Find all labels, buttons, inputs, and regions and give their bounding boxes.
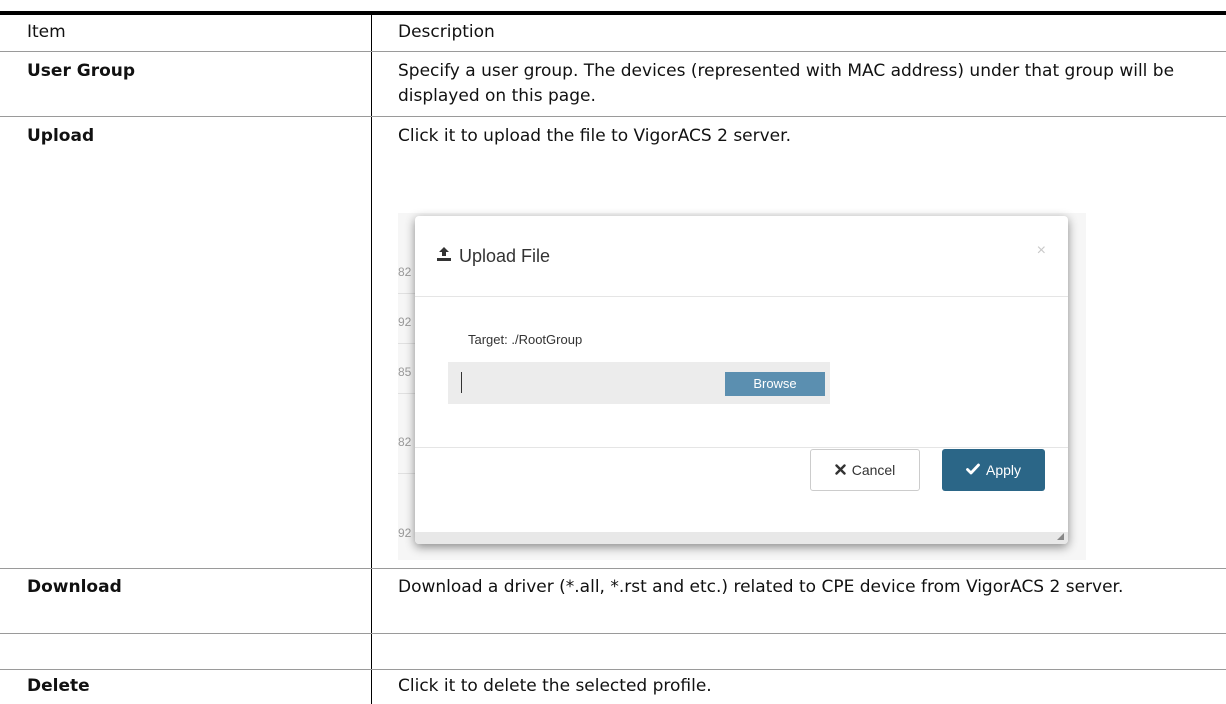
upload-icon — [435, 245, 453, 268]
check-icon — [966, 462, 980, 478]
resize-grip-icon[interactable] — [1057, 533, 1064, 540]
upload-dialog-screenshot: 82 92 85 82 92 Upload File × Target: ./R… — [398, 213, 1086, 560]
modal-footer-divider — [415, 447, 1068, 448]
modal-header-divider — [415, 296, 1068, 297]
background-number: 82 — [398, 435, 412, 449]
row-description-upload: Click it to upload the file to VigorACS … — [398, 126, 791, 146]
row-item-user-group: User Group — [27, 61, 136, 81]
upload-file-modal: Upload File × Target: ./RootGroup Browse… — [415, 216, 1068, 544]
row-description-download: Download a driver (*.all, *.rst and etc.… — [398, 577, 1124, 597]
row-divider — [0, 51, 1226, 52]
row-item-download: Download — [27, 577, 122, 597]
background-number: 92 — [398, 526, 412, 540]
description-table: Item Description User Group Specify a us… — [0, 0, 1226, 704]
row-divider — [0, 633, 1226, 634]
cancel-label: Cancel — [851, 462, 896, 478]
row-divider — [0, 116, 1226, 117]
times-icon — [835, 462, 846, 478]
background-number: 82 — [398, 265, 412, 279]
target-path-label: Target: ./RootGroup — [468, 332, 583, 347]
apply-button[interactable]: Apply — [942, 449, 1045, 491]
text-caret — [461, 372, 462, 393]
modal-title-text: Upload File — [459, 246, 551, 266]
header-description: Description — [398, 22, 495, 42]
row-description-user-group: Specify a user group. The devices (repre… — [398, 61, 1175, 106]
row-divider — [0, 568, 1226, 569]
background-number: 92 — [398, 315, 412, 329]
apply-label: Apply — [985, 462, 1022, 478]
row-item-upload: Upload — [27, 126, 95, 146]
row-divider — [0, 669, 1226, 670]
header-item: Item — [27, 22, 66, 42]
browse-button[interactable]: Browse — [725, 372, 825, 396]
row-item-delete: Delete — [27, 676, 90, 696]
row-description-delete: Click it to delete the selected profile. — [398, 676, 712, 696]
modal-bottom-strip — [415, 532, 1068, 544]
background-number: 85 — [398, 365, 412, 379]
cancel-button[interactable]: Cancel — [810, 449, 920, 491]
file-input[interactable]: Browse — [448, 362, 830, 404]
table-top-rule — [0, 11, 1226, 15]
column-divider — [371, 15, 372, 704]
modal-title: Upload File — [435, 245, 550, 268]
close-icon[interactable]: × — [1037, 242, 1046, 260]
